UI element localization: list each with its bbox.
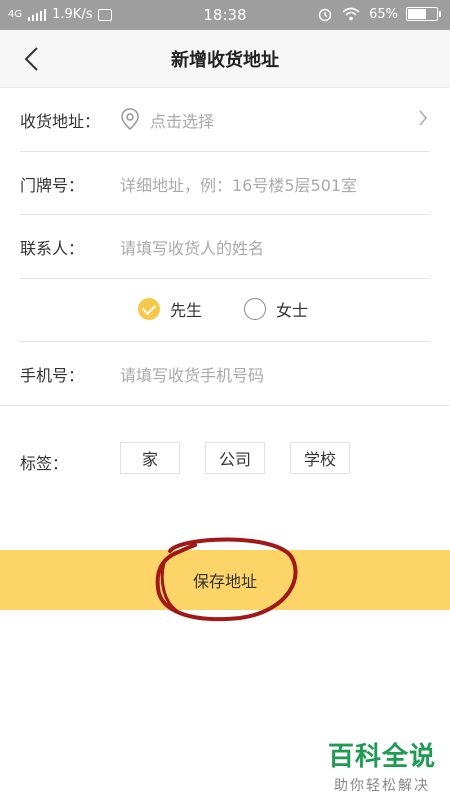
door-number-label: 门牌号： (20, 176, 85, 195)
save-button-label: 保存地址 (192, 572, 257, 591)
contact-row: 联系人： 请填写收货人的姓名 (0, 215, 450, 278)
tags-label: 标签： (20, 454, 69, 473)
tags-section: 标签： 家 公司 学校 (0, 440, 450, 480)
divider (0, 405, 450, 406)
address-label: 收货地址： (20, 112, 101, 131)
door-number-row: 门牌号： 详细地址，例：16号楼5层501室 (0, 152, 450, 215)
tag-company-button[interactable]: 公司 (205, 442, 265, 474)
watermark-subtitle: 助你轻松解决 (333, 778, 430, 794)
wifi-icon (342, 7, 360, 21)
checked-radio-icon[interactable] (138, 298, 160, 320)
battery-icon (406, 7, 441, 21)
location-pin-icon (121, 108, 139, 130)
gender-option-label: 女士 (276, 301, 309, 320)
status-bar: 4G 1.9K/s 18:38 65% (0, 0, 450, 30)
gender-option-ms[interactable]: 女士 (244, 297, 308, 321)
nav-bar: 新增收货地址 (0, 30, 450, 88)
page-title: 新增收货地址 (171, 50, 279, 71)
gender-selector: 先生 女士 (0, 278, 450, 341)
unchecked-radio-icon[interactable] (244, 298, 266, 320)
contact-name-input[interactable]: 请填写收货人的姓名 (120, 235, 264, 259)
chevron-right-icon (419, 110, 427, 126)
address-select[interactable]: 点击选择 (150, 108, 214, 132)
tag-school-button[interactable]: 学校 (290, 442, 350, 474)
watermark-title: 百科全说 (327, 742, 436, 772)
save-address-button[interactable]: 保存地址 (0, 550, 450, 610)
alarm-icon (318, 8, 332, 22)
door-number-input[interactable]: 详细地址，例：16号楼5层501室 (120, 172, 357, 196)
gender-option-label: 先生 (170, 301, 203, 320)
gender-option-mr[interactable]: 先生 (138, 297, 202, 321)
contact-label: 联系人： (20, 239, 85, 258)
watermark-logo: 百科全说 助你轻松解决 (328, 736, 436, 795)
phone-input[interactable]: 请填写收货手机号码 (120, 362, 264, 386)
tag-home-button[interactable]: 家 (120, 442, 180, 474)
phone-row: 手机号： 请填写收货手机号码 (0, 342, 450, 405)
phone-label: 手机号： (20, 366, 85, 385)
battery-percent: 65% (369, 6, 398, 22)
address-row[interactable]: 收货地址： 点击选择 (0, 88, 450, 151)
